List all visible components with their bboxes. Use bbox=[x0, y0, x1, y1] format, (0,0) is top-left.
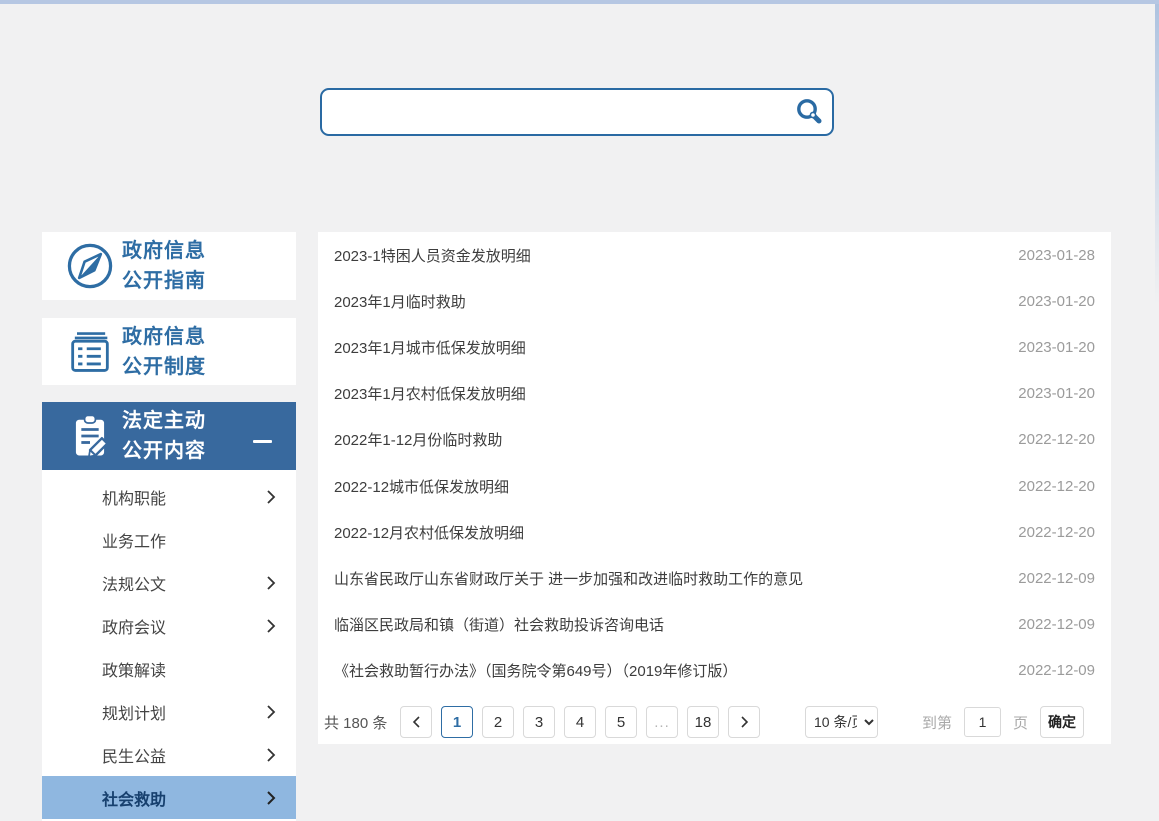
total-count-label: 共 180 条 bbox=[324, 712, 387, 733]
article-title[interactable]: 2023年1月临时救助 bbox=[334, 291, 466, 312]
list-item[interactable]: 2022-12城市低保发放明细 2022-12-20 bbox=[318, 463, 1111, 509]
list-item[interactable]: 临淄区民政局和镇（街道）社会救助投诉咨询电话 2022-12-09 bbox=[318, 602, 1111, 648]
article-title[interactable]: 2022-12城市低保发放明细 bbox=[334, 476, 509, 497]
list-item[interactable]: 2023年1月临时救助 2023-01-20 bbox=[318, 278, 1111, 324]
article-title[interactable]: 2022年1-12月份临时救助 bbox=[334, 429, 502, 450]
search-button[interactable] bbox=[786, 90, 832, 134]
article-date: 2023-01-28 bbox=[1018, 247, 1095, 264]
sidebar-item-label: 政府信息 公开制度 bbox=[122, 322, 206, 382]
submenu-label: 政府会议 bbox=[102, 614, 166, 638]
compass-icon bbox=[58, 240, 122, 292]
submenu-item-meetings[interactable]: 政府会议 bbox=[42, 604, 296, 647]
collapse-minus-icon[interactable] bbox=[253, 440, 272, 443]
list-item[interactable]: 2023年1月城市低保发放明细 2023-01-20 bbox=[318, 324, 1111, 370]
article-date: 2023-01-20 bbox=[1018, 293, 1095, 310]
prev-page-button[interactable] bbox=[400, 706, 432, 738]
document-list-icon bbox=[58, 326, 122, 378]
page-button-4[interactable]: 4 bbox=[564, 706, 596, 738]
article-date: 2023-01-20 bbox=[1018, 339, 1095, 356]
article-title[interactable]: 2023年1月农村低保发放明细 bbox=[334, 383, 526, 404]
top-accent-strip bbox=[0, 0, 1159, 4]
submenu-item-business[interactable]: 业务工作 bbox=[42, 518, 296, 561]
confirm-button[interactable]: 确定 bbox=[1040, 706, 1084, 738]
article-date: 2022-12-20 bbox=[1018, 478, 1095, 495]
list-item[interactable]: 2023-1特困人员资金发放明细 2023-01-28 bbox=[318, 232, 1111, 278]
sidebar-submenu: 机构职能 业务工作 法规公文 政府会议 政策解读 规划计划 bbox=[42, 470, 296, 821]
goto-page-input[interactable] bbox=[964, 707, 1001, 737]
article-date: 2022-12-09 bbox=[1018, 616, 1095, 633]
submenu-item-policy-interpretation[interactable]: 政策解读 bbox=[42, 647, 296, 690]
list-item[interactable]: 山东省民政厅山东省财政厅关于 进一步加强和改进临时救助工作的意见 2022-12… bbox=[318, 555, 1111, 601]
sidebar: 政府信息 公开指南 政府信息 公开制度 bbox=[42, 232, 296, 821]
submenu-item-social-assistance[interactable]: 社会救助 bbox=[42, 776, 296, 819]
chevron-right-icon bbox=[740, 715, 749, 729]
pagination-bar: 共 180 条 1 2 3 4 5 ... 18 10 条/页 bbox=[318, 700, 1111, 744]
article-date: 2022-12-09 bbox=[1018, 662, 1095, 679]
page-button-18[interactable]: 18 bbox=[687, 706, 719, 738]
submenu-label: 机构职能 bbox=[102, 485, 166, 509]
submenu-label: 民生公益 bbox=[102, 743, 166, 767]
article-list-panel: 2023-1特困人员资金发放明细 2023-01-28 2023年1月临时救助 … bbox=[318, 232, 1111, 744]
chevron-right-icon bbox=[266, 790, 276, 806]
clipboard-pencil-icon bbox=[58, 410, 122, 462]
search-input[interactable] bbox=[322, 90, 786, 134]
article-title[interactable]: 临淄区民政局和镇（街道）社会救助投诉咨询电话 bbox=[334, 614, 664, 635]
chevron-right-icon bbox=[266, 747, 276, 763]
submenu-label: 业务工作 bbox=[102, 528, 166, 552]
page-button-2[interactable]: 2 bbox=[482, 706, 514, 738]
chevron-right-icon bbox=[266, 704, 276, 720]
sidebar-item-info-guide[interactable]: 政府信息 公开指南 bbox=[42, 232, 296, 300]
search-bar bbox=[320, 88, 834, 136]
sidebar-item-label: 法定主动 公开内容 bbox=[122, 406, 206, 466]
page-button-5[interactable]: 5 bbox=[605, 706, 637, 738]
submenu-item-planning[interactable]: 规划计划 bbox=[42, 690, 296, 733]
article-title[interactable]: 2023-1特困人员资金发放明细 bbox=[334, 245, 531, 266]
page-ellipsis-button[interactable]: ... bbox=[646, 706, 678, 738]
submenu-item-public-welfare[interactable]: 民生公益 bbox=[42, 733, 296, 776]
article-date: 2022-12-20 bbox=[1018, 524, 1095, 541]
article-title[interactable]: 2023年1月城市低保发放明细 bbox=[334, 337, 526, 358]
submenu-label: 规划计划 bbox=[102, 700, 166, 724]
submenu-label: 法规公文 bbox=[102, 571, 166, 595]
chevron-right-icon bbox=[266, 618, 276, 634]
sidebar-item-info-system[interactable]: 政府信息 公开制度 bbox=[42, 318, 296, 385]
right-edge-shadow bbox=[1155, 4, 1159, 304]
list-item[interactable]: 《社会救助暂行办法》（国务院令第649号）（2019年修订版） 2022-12-… bbox=[318, 648, 1111, 694]
goto-suffix-label: 页 bbox=[1013, 712, 1028, 733]
list-item[interactable]: 2023年1月农村低保发放明细 2023-01-20 bbox=[318, 371, 1111, 417]
article-date: 2023-01-20 bbox=[1018, 385, 1095, 402]
submenu-item-regulations[interactable]: 法规公文 bbox=[42, 561, 296, 604]
chevron-right-icon bbox=[266, 489, 276, 505]
list-item[interactable]: 2022-12月农村低保发放明细 2022-12-20 bbox=[318, 509, 1111, 555]
submenu-label: 社会救助 bbox=[102, 786, 166, 810]
search-icon bbox=[794, 97, 824, 127]
sidebar-item-legal-disclosure[interactable]: 法定主动 公开内容 bbox=[42, 402, 296, 470]
next-page-button[interactable] bbox=[728, 706, 760, 738]
list-item[interactable]: 2022年1-12月份临时救助 2022-12-20 bbox=[318, 417, 1111, 463]
article-date: 2022-12-20 bbox=[1018, 431, 1095, 448]
article-title[interactable]: 2022-12月农村低保发放明细 bbox=[334, 522, 524, 543]
article-title[interactable]: 山东省民政厅山东省财政厅关于 进一步加强和改进临时救助工作的意见 bbox=[334, 568, 803, 589]
page-button-1[interactable]: 1 bbox=[441, 706, 473, 738]
chevron-right-icon bbox=[266, 575, 276, 591]
page-button-3[interactable]: 3 bbox=[523, 706, 555, 738]
submenu-label: 政策解读 bbox=[102, 657, 166, 681]
submenu-item-organization[interactable]: 机构职能 bbox=[42, 475, 296, 518]
article-date: 2022-12-09 bbox=[1018, 570, 1095, 587]
sidebar-item-label: 政府信息 公开指南 bbox=[122, 236, 206, 296]
goto-prefix-label: 到第 bbox=[922, 712, 952, 733]
article-title[interactable]: 《社会救助暂行办法》（国务院令第649号）（2019年修订版） bbox=[334, 660, 737, 681]
chevron-left-icon bbox=[412, 715, 421, 729]
page-buttons: 1 2 3 4 5 ... 18 bbox=[400, 706, 760, 738]
goto-page-group: 到第 页 确定 bbox=[922, 706, 1084, 738]
page-size-select[interactable]: 10 条/页 bbox=[805, 706, 878, 738]
